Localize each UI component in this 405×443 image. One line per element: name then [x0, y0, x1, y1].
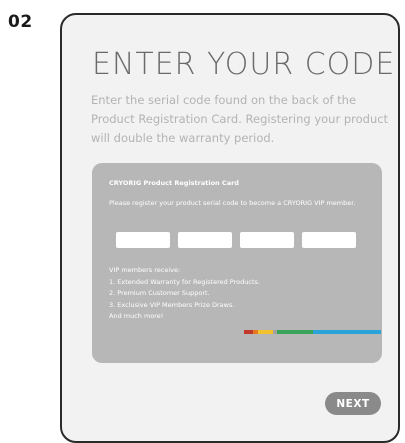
registration-card: CRYORIG Product Registration Card Please…: [92, 163, 382, 363]
stripe-segment-yellow: [258, 330, 273, 334]
serial-code-inputs: [116, 232, 356, 248]
serial-code-field-3[interactable]: [240, 232, 294, 248]
serial-code-field-4[interactable]: [302, 232, 356, 248]
stripe-segment-green: [277, 330, 313, 334]
benefits-footer: And much more!: [109, 312, 164, 321]
stripe-segment-red: [244, 330, 253, 334]
card-title: CRYORIG Product Registration Card: [109, 179, 239, 187]
brand-color-stripe: [244, 330, 381, 334]
instructions-text: Enter the serial code found on the back …: [91, 93, 389, 145]
serial-code-field-2[interactable]: [178, 232, 232, 248]
benefit-item: 3. Exclusive VIP Members Prize Draws.: [109, 300, 235, 309]
benefits-heading: VIP members receive:: [109, 266, 181, 274]
stripe-segment-blue: [313, 330, 381, 334]
benefit-item: 2. Premium Customer Support.: [109, 289, 210, 298]
vip-benefits-list: VIP members receive: 1. Extended Warrant…: [109, 265, 359, 323]
registration-panel: ENTER YOUR CODE Enter the serial code fo…: [60, 13, 400, 443]
step-number: 02: [8, 12, 33, 32]
serial-code-field-1[interactable]: [116, 232, 170, 248]
benefit-item: 1. Extended Warranty for Registered Prod…: [109, 277, 260, 286]
page-title: ENTER YOUR CODE: [92, 47, 396, 82]
next-button[interactable]: NEXT: [325, 392, 381, 415]
card-description: Please register your product serial code…: [109, 199, 356, 207]
